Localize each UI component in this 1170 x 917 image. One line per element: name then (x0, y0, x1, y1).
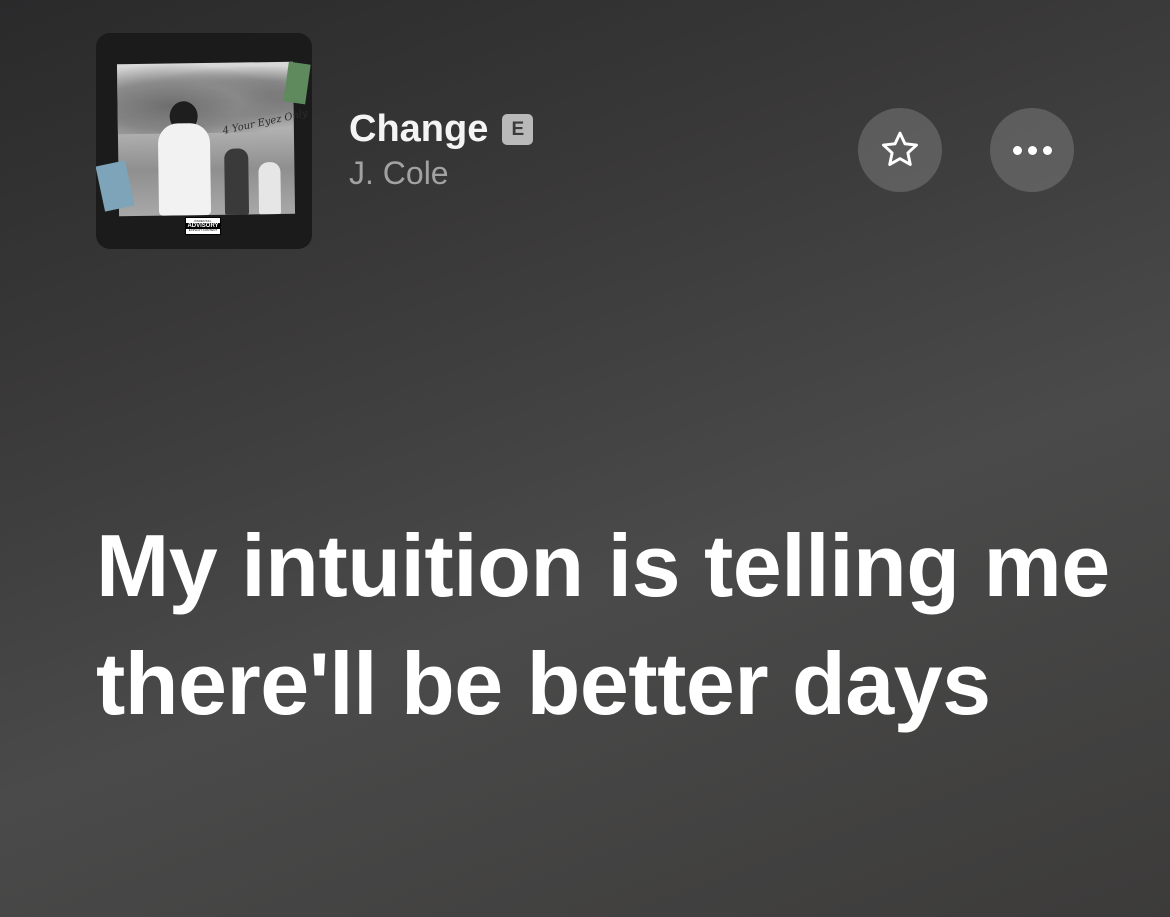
track-title: Change (349, 108, 489, 150)
now-playing-header: 4 Your Eyez Only PARENTAL ADVISORY EXPLI… (96, 33, 1076, 249)
ellipsis-icon (1012, 145, 1052, 155)
explicit-badge: E (502, 113, 534, 145)
album-photo (116, 61, 296, 217)
track-artist[interactable]: J. Cole (349, 153, 533, 193)
ellipsis-dot (1042, 145, 1052, 155)
advisory-bottom-text: EXPLICIT CONTENT (188, 228, 218, 232)
ellipsis-dot (1012, 145, 1022, 155)
star-outline-icon (882, 131, 918, 166)
title-row: Change E (349, 107, 534, 151)
favorite-button[interactable] (858, 108, 942, 192)
more-options-button[interactable] (990, 108, 1074, 192)
album-photo-figure-2 (224, 148, 250, 215)
track-info[interactable]: Change E J. Cole (349, 107, 534, 193)
album-artwork[interactable]: 4 Your Eyez Only PARENTAL ADVISORY EXPLI… (96, 33, 312, 249)
album-photo-figure (157, 122, 212, 216)
current-lyric-line[interactable]: My intuition is telling me there'll be b… (96, 507, 1116, 743)
album-photo-figure-3 (258, 161, 282, 215)
parental-advisory-label: PARENTAL ADVISORY EXPLICIT CONTENT (185, 217, 221, 235)
album-tape-right (283, 61, 311, 105)
ellipsis-dot (1027, 145, 1037, 155)
